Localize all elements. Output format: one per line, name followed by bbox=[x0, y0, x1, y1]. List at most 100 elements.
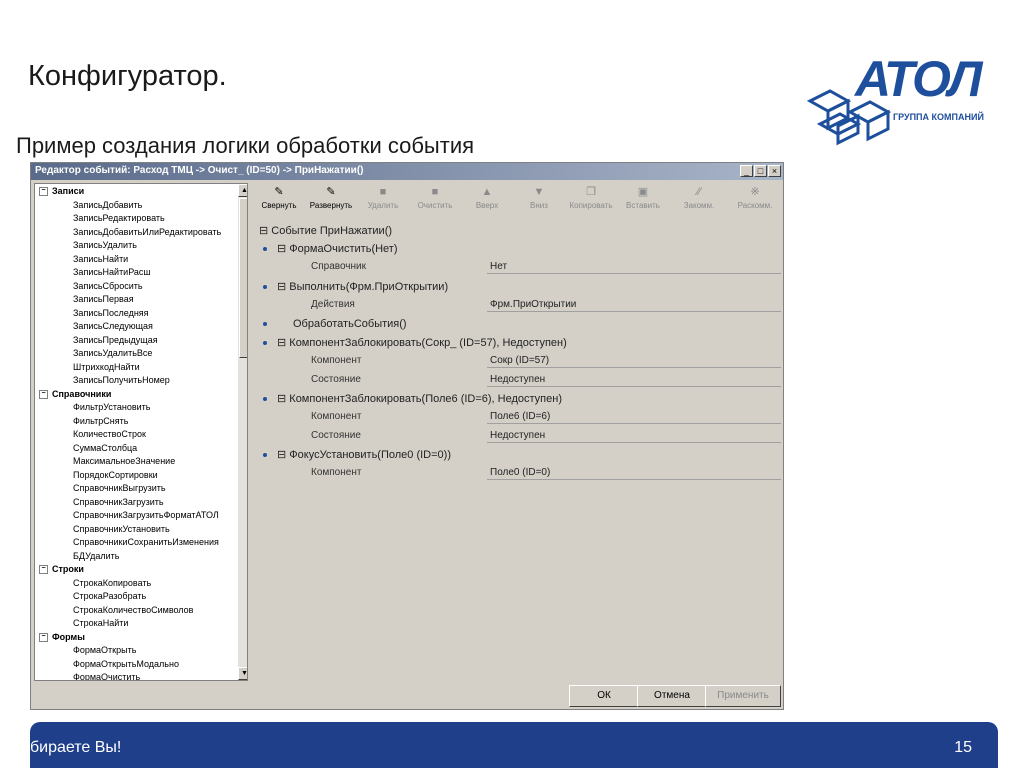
tree-group[interactable]: − Формы bbox=[39, 631, 85, 644]
page-number: 15 bbox=[954, 739, 972, 756]
tree-item[interactable]: ЗаписьПервая bbox=[73, 293, 134, 306]
tree-item[interactable]: ФормаОткрытьМодально bbox=[73, 658, 179, 671]
tree-group[interactable]: − Справочники bbox=[39, 388, 111, 401]
tree-item[interactable]: БДУдалить bbox=[73, 550, 119, 563]
tree-item[interactable]: МаксимальноеЗначение bbox=[73, 455, 175, 468]
tree-item[interactable]: ЗаписьУдалить bbox=[73, 239, 137, 252]
window-titlebar[interactable]: Редактор событий: Расход ТМЦ -> Очист_ (… bbox=[31, 163, 783, 180]
tree-item[interactable]: ЗаписьРедактировать bbox=[73, 212, 165, 225]
tree-item[interactable]: СправочникЗагрузитьФорматАТОЛ bbox=[73, 509, 219, 522]
tree-group[interactable]: − Записи bbox=[39, 185, 84, 198]
tree-item[interactable]: ФормаОчистить bbox=[73, 671, 140, 680]
tree-item[interactable]: ФильтрСнять bbox=[73, 415, 128, 428]
collapse-icon: ✎ bbox=[274, 186, 284, 198]
expand-toggle-icon[interactable]: ⊟ bbox=[277, 243, 289, 255]
toolbar-label: Свернуть bbox=[261, 201, 297, 210]
toolbar-copy-button[interactable]: ❐ Копировать bbox=[563, 183, 619, 215]
property-name: Справочник bbox=[311, 261, 366, 272]
scroll-thumb[interactable] bbox=[239, 198, 247, 358]
tree-item[interactable]: ЗаписьПредыдущая bbox=[73, 334, 158, 347]
tree-item[interactable]: СправочникЗагрузить bbox=[73, 496, 164, 509]
tree-item[interactable]: СправочникУстановить bbox=[73, 523, 170, 536]
tree-item[interactable]: ЗаписьСбросить bbox=[73, 280, 143, 293]
scroll-down-icon[interactable]: ▼ bbox=[238, 667, 247, 680]
collapse-icon[interactable]: − bbox=[39, 632, 48, 642]
property-value[interactable]: Недоступен bbox=[487, 373, 781, 387]
comment-icon: ∕∕ bbox=[697, 186, 701, 198]
property-value[interactable]: Недоступен bbox=[487, 429, 781, 443]
tree-group[interactable]: − Строки bbox=[39, 563, 84, 576]
delete-icon: ■ bbox=[379, 186, 387, 198]
event-action[interactable]: ⊟ ФокусУстановить(Поле0 (ID=0)) bbox=[277, 447, 451, 463]
collapse-icon[interactable]: − bbox=[39, 187, 48, 197]
tree-item[interactable]: ЗаписьДобавить bbox=[73, 199, 142, 212]
tree-item[interactable]: СтрокаКопировать bbox=[73, 577, 151, 590]
event-action[interactable]: ⊟ ФормаОчистить(Нет) bbox=[277, 241, 398, 257]
property-name: Компонент bbox=[311, 467, 362, 478]
expand-toggle-icon[interactable]: ⊟ bbox=[277, 449, 289, 461]
tree-item[interactable]: ЗаписьПоследняя bbox=[73, 307, 149, 320]
close-button[interactable]: × bbox=[768, 165, 781, 177]
tree-item[interactable]: ЗаписьНайтиРасш bbox=[73, 266, 151, 279]
tree-scrollbar[interactable]: ▲ ▼ bbox=[238, 184, 247, 680]
tree-item[interactable]: ЗаписьПолучитьНомер bbox=[73, 374, 170, 387]
expand-toggle-icon[interactable]: ⊟ bbox=[259, 225, 271, 237]
toolbar-clear-button[interactable]: ■ Очистить bbox=[407, 183, 463, 215]
scroll-up-icon[interactable]: ▲ bbox=[238, 184, 247, 197]
collapse-icon[interactable]: − bbox=[39, 565, 48, 575]
event-action-label: ФормаОчистить(Нет) bbox=[289, 243, 398, 255]
toolbar-comment-button[interactable]: ∕∕ Закомм. bbox=[671, 183, 727, 215]
event-action[interactable]: ОбработатьСобытия() bbox=[293, 316, 407, 332]
event-action[interactable]: ⊟ Выполнить(Фрм.ПриОткрытии) bbox=[277, 279, 448, 295]
tree-item[interactable]: СправочникиСохранитьИзменения bbox=[73, 536, 219, 549]
toolbar-uncomment-button[interactable]: ※ Раскомм. bbox=[727, 183, 783, 215]
event-logic-tree[interactable]: ⊟ Событие ПриНажатии() ⊟ ФормаОчистить(Не… bbox=[251, 219, 783, 681]
tree-item[interactable]: СтрокаКоличествоСимволов bbox=[73, 604, 193, 617]
maximize-button[interactable]: □ bbox=[754, 165, 767, 177]
tree-item[interactable]: СуммаСтолбца bbox=[73, 442, 137, 455]
tree-item[interactable]: ФильтрУстановить bbox=[73, 401, 150, 414]
tree-item[interactable]: СтрокаНайти bbox=[73, 617, 128, 630]
property-value[interactable]: Фрм.ПриОткрытии bbox=[487, 298, 781, 312]
property-value[interactable]: Нет bbox=[487, 260, 781, 274]
event-action[interactable]: ⊟ КомпонентЗаблокировать(Сокр_ (ID=57), … bbox=[277, 335, 567, 351]
tree-item[interactable]: ШтрихкодНайти bbox=[73, 361, 140, 374]
tree-item[interactable]: КоличествоСтрок bbox=[73, 428, 146, 441]
toolbar-up-button[interactable]: ▲ Вверх bbox=[459, 183, 515, 215]
clear-icon: ■ bbox=[431, 186, 439, 198]
event-root[interactable]: ⊟ Событие ПриНажатии() bbox=[259, 223, 392, 239]
toolbar-down-button[interactable]: ▼ Вниз bbox=[511, 183, 567, 215]
tree-item[interactable]: ЗаписьСледующая bbox=[73, 320, 153, 333]
bullet-icon bbox=[263, 247, 267, 251]
window-title: Редактор событий: Расход ТМЦ -> Очист_ (… bbox=[35, 165, 364, 176]
minimize-button[interactable]: _ bbox=[740, 165, 753, 177]
tree-item[interactable]: СправочникВыгрузить bbox=[73, 482, 166, 495]
toolbar-delete-button[interactable]: ■ Удалить bbox=[355, 183, 411, 215]
toolbar-collapse-button[interactable]: ✎ Свернуть bbox=[251, 183, 307, 215]
property-value[interactable]: Поле6 (ID=6) bbox=[487, 410, 781, 424]
event-action[interactable]: ⊟ КомпонентЗаблокировать(Поле6 (ID=6), Н… bbox=[277, 391, 562, 407]
tree-item[interactable]: ЗаписьУдалитьВсе bbox=[73, 347, 152, 360]
footer-bar: бираете Вы! 15 bbox=[30, 722, 998, 768]
expand-toggle-icon[interactable]: ⊟ bbox=[277, 393, 289, 405]
ok-button[interactable]: ОК bbox=[569, 685, 639, 707]
property-value[interactable]: Сокр (ID=57) bbox=[487, 354, 781, 368]
cancel-button[interactable]: Отмена bbox=[637, 685, 707, 707]
toolbar-paste-button[interactable]: ▣ Вставить bbox=[615, 183, 671, 215]
expand-toggle-icon[interactable]: ⊟ bbox=[277, 337, 289, 349]
toolbar-expand-button[interactable]: ✎ Развернуть bbox=[303, 183, 359, 215]
apply-button[interactable]: Применить bbox=[705, 685, 781, 707]
property-value[interactable]: Поле0 (ID=0) bbox=[487, 466, 781, 480]
copy-icon: ❐ bbox=[586, 186, 596, 198]
tree-item[interactable]: ФормаОткрыть bbox=[73, 644, 136, 657]
logo-subtext: ГРУППА КОМПАНИЙ bbox=[893, 112, 984, 122]
toolbar-label: Развернуть bbox=[309, 201, 353, 210]
expand-toggle-icon[interactable]: ⊟ bbox=[277, 281, 289, 293]
collapse-icon[interactable]: − bbox=[39, 389, 48, 399]
tree-item[interactable]: ЗаписьДобавитьИлиРедактировать bbox=[73, 226, 221, 239]
tree-item[interactable]: СтрокаРазобрать bbox=[73, 590, 146, 603]
tree-item[interactable]: ПорядокСортировки bbox=[73, 469, 158, 482]
function-tree[interactable]: ▲ ▼ − Записи ЗаписьДобавить ЗаписьРедактиро… bbox=[34, 183, 248, 681]
logo-text: АТОЛ bbox=[855, 51, 983, 107]
tree-item[interactable]: ЗаписьНайти bbox=[73, 253, 128, 266]
